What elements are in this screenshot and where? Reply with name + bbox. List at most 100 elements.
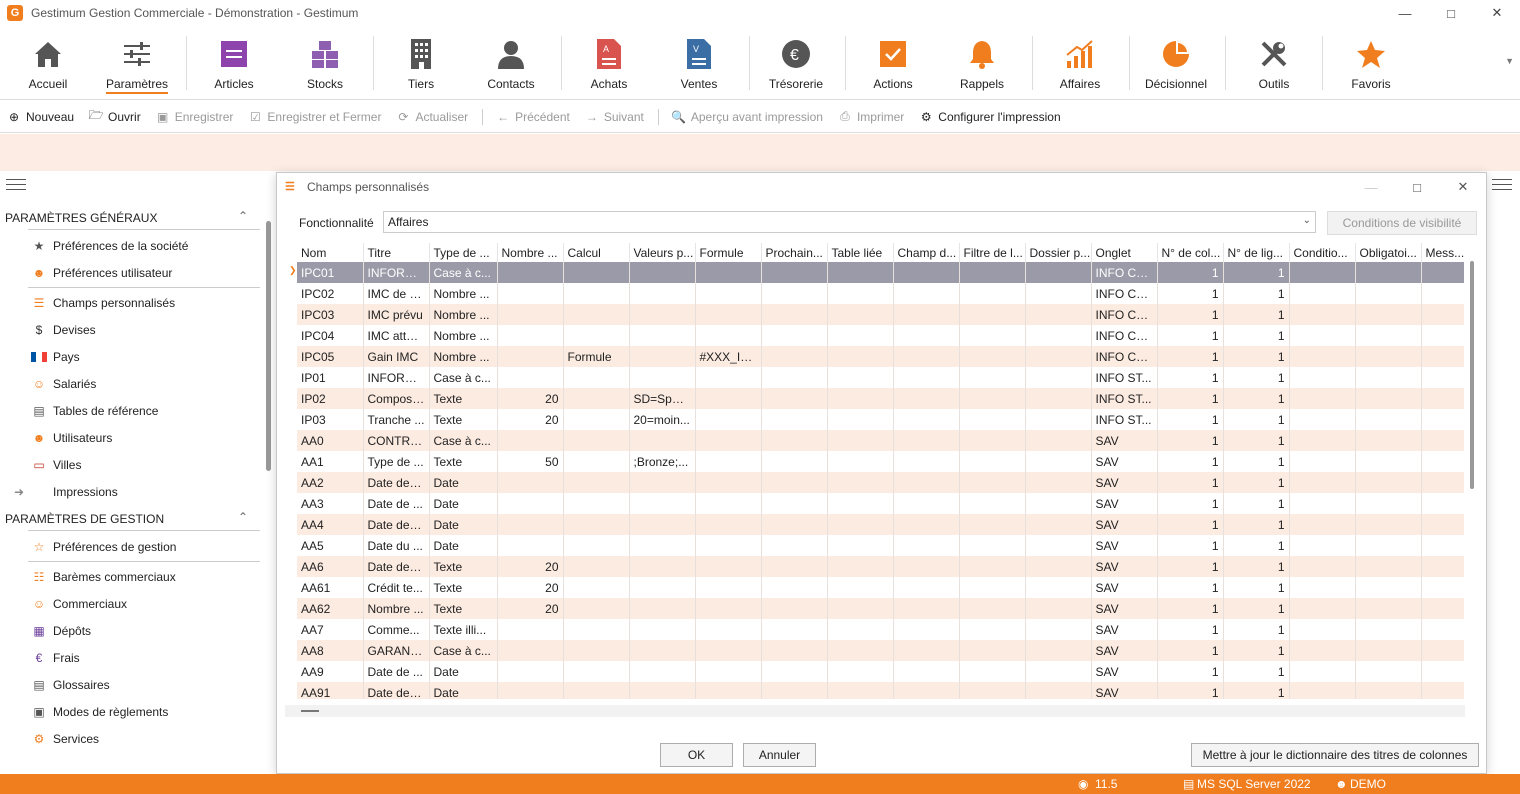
table-cell[interactable] xyxy=(629,619,696,640)
table-cell[interactable] xyxy=(629,325,696,346)
column-header[interactable]: Onglet xyxy=(1091,243,1158,262)
table-cell[interactable] xyxy=(1421,640,1464,661)
table-cell[interactable]: 1 xyxy=(1223,367,1290,388)
table-cell[interactable] xyxy=(563,325,630,346)
table-cell[interactable] xyxy=(1289,556,1356,577)
dialog-maximize-button[interactable]: □ xyxy=(1394,173,1440,201)
table-cell[interactable]: 1 xyxy=(1223,661,1290,682)
table-cell[interactable]: INFO ST... xyxy=(1091,388,1158,409)
table-cell[interactable] xyxy=(1421,409,1464,430)
table-cell[interactable] xyxy=(1025,388,1092,409)
table-cell[interactable]: SAV xyxy=(1091,535,1158,556)
table-cell[interactable]: SAV xyxy=(1091,598,1158,619)
table-row[interactable]: AA61 Crédit te... Texte 20 SAV 1 1 xyxy=(297,577,1464,598)
table-cell[interactable] xyxy=(1421,388,1464,409)
table-cell[interactable] xyxy=(827,535,894,556)
table-cell[interactable] xyxy=(761,304,828,325)
table-cell[interactable]: 1 xyxy=(1223,577,1290,598)
table-cell[interactable] xyxy=(893,262,960,283)
table-cell[interactable]: 1 xyxy=(1223,514,1290,535)
table-cell[interactable] xyxy=(629,493,696,514)
table-cell[interactable] xyxy=(1355,682,1422,699)
table-cell[interactable]: SAV xyxy=(1091,493,1158,514)
table-cell[interactable] xyxy=(761,682,828,699)
enregistrer-fermer-button[interactable]: ☑ Enregistrer et Fermer xyxy=(247,109,381,125)
table-cell[interactable]: 1 xyxy=(1223,262,1290,283)
table-cell[interactable]: Nombre ... xyxy=(429,283,498,304)
sidebar-item-villes[interactable]: ▭ Villes xyxy=(30,457,81,473)
imprimer-button[interactable]: ⎙ Imprimer xyxy=(837,109,904,125)
table-cell[interactable]: 1 xyxy=(1157,535,1224,556)
table-cell[interactable] xyxy=(1355,619,1422,640)
table-cell[interactable]: Texte xyxy=(429,388,498,409)
table-row[interactable]: AA1 Type de ... Texte 50 ;Bronze;... SAV 1 1 xyxy=(297,451,1464,472)
ribbon-accueil[interactable]: Accueil xyxy=(18,26,78,98)
ribbon-affaires[interactable]: Affaires xyxy=(1050,26,1110,98)
table-cell[interactable] xyxy=(893,577,960,598)
minimize-button[interactable]: — xyxy=(1382,0,1428,26)
table-cell[interactable] xyxy=(893,325,960,346)
table-cell[interactable]: Texte xyxy=(429,577,498,598)
table-cell[interactable] xyxy=(1025,640,1092,661)
table-cell[interactable] xyxy=(1289,367,1356,388)
table-cell[interactable]: Nombre ... xyxy=(429,325,498,346)
table-cell[interactable]: Texte illi... xyxy=(429,619,498,640)
table-cell[interactable] xyxy=(1355,430,1422,451)
table-cell[interactable]: Formule xyxy=(563,346,630,367)
table-cell[interactable]: 1 xyxy=(1157,619,1224,640)
table-cell[interactable] xyxy=(959,367,1026,388)
table-cell[interactable] xyxy=(1355,325,1422,346)
table-cell[interactable] xyxy=(893,514,960,535)
table-cell[interactable]: 1 xyxy=(1157,472,1224,493)
table-cell[interactable] xyxy=(893,682,960,699)
table-cell[interactable] xyxy=(629,598,696,619)
table-cell[interactable] xyxy=(1421,367,1464,388)
table-cell[interactable] xyxy=(959,535,1026,556)
table-cell[interactable] xyxy=(761,556,828,577)
table-cell[interactable] xyxy=(1355,598,1422,619)
table-cell[interactable]: 1 xyxy=(1157,682,1224,699)
table-cell[interactable] xyxy=(497,493,564,514)
table-cell[interactable] xyxy=(1355,262,1422,283)
table-cell[interactable] xyxy=(893,388,960,409)
table-cell[interactable]: 1 xyxy=(1223,640,1290,661)
table-cell[interactable] xyxy=(761,451,828,472)
table-cell[interactable] xyxy=(827,367,894,388)
table-cell[interactable] xyxy=(827,514,894,535)
table-cell[interactable] xyxy=(629,535,696,556)
maj-dictionnaire-button[interactable]: Mettre à jour le dictionnaire des titres… xyxy=(1191,743,1479,767)
table-cell[interactable]: Date xyxy=(429,682,498,699)
sidebar-item-preferences-utilisateur[interactable]: ☻ Préférences utilisateur xyxy=(30,265,173,281)
table-cell[interactable] xyxy=(563,388,630,409)
table-cell[interactable] xyxy=(1421,598,1464,619)
table-cell[interactable] xyxy=(1025,409,1092,430)
table-cell[interactable] xyxy=(1421,430,1464,451)
table-cell[interactable]: Date xyxy=(429,661,498,682)
table-cell[interactable] xyxy=(1025,472,1092,493)
ribbon-parametres[interactable]: Paramètres xyxy=(100,26,174,98)
column-header[interactable]: N° de col... xyxy=(1157,243,1224,262)
table-cell[interactable] xyxy=(563,472,630,493)
table-cell[interactable] xyxy=(497,346,564,367)
table-row[interactable]: AA91 Date de fin Date SAV 1 1 xyxy=(297,682,1464,699)
column-header[interactable]: N° de lig... xyxy=(1223,243,1290,262)
table-cell[interactable]: AA2 xyxy=(297,472,364,493)
table-cell[interactable] xyxy=(497,514,564,535)
table-cell[interactable]: 1 xyxy=(1157,304,1224,325)
table-cell[interactable]: 20 xyxy=(497,409,564,430)
table-cell[interactable] xyxy=(1355,388,1422,409)
table-cell[interactable]: SAV xyxy=(1091,556,1158,577)
table-row[interactable]: IPC01 INFORM... Case à c... INFO CO... 1 1 xyxy=(297,262,1464,283)
table-cell[interactable] xyxy=(827,451,894,472)
column-header[interactable]: Obligatoi... xyxy=(1355,243,1422,262)
table-row[interactable]: AA7 Comme... Texte illi... SAV 1 1 xyxy=(297,619,1464,640)
table-cell[interactable]: INFO CO... xyxy=(1091,262,1158,283)
menu-icon[interactable] xyxy=(6,179,26,194)
table-cell[interactable] xyxy=(1289,283,1356,304)
table-cell[interactable]: 1 xyxy=(1157,430,1224,451)
table-cell[interactable]: Nombre ... xyxy=(429,304,498,325)
table-cell[interactable] xyxy=(1355,409,1422,430)
table-cell[interactable] xyxy=(1421,262,1464,283)
table-cell[interactable] xyxy=(1421,325,1464,346)
table-cell[interactable] xyxy=(959,325,1026,346)
